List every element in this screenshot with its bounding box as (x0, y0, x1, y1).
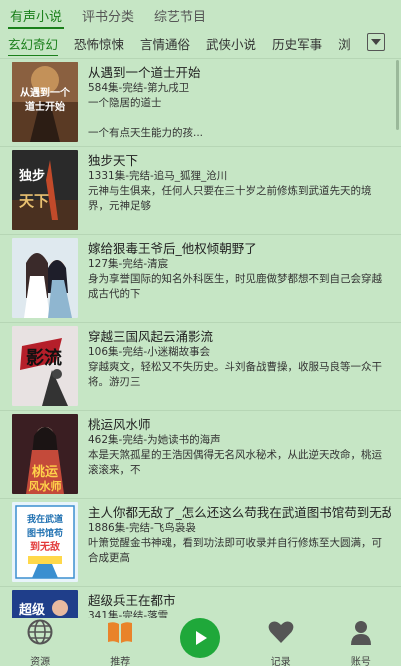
book-title: 主人你都无敌了_怎么还这么苟我在武道图书馆苟到无敌 (88, 505, 391, 520)
book-meta: 1331集-完结-追马_狐狸_沧川 (88, 170, 228, 182)
nav-label: 账号 (350, 657, 371, 666)
nav-resources[interactable]: 资源 (5, 614, 75, 666)
svg-text:影流: 影流 (26, 347, 62, 369)
book-description: 穿越爽文，轻松又不失历史。斗刘备战曹操，收服马良等一众干将。游刃三 (88, 361, 382, 388)
tab-variety[interactable]: 综艺节目 (152, 2, 208, 29)
list-scrollbar[interactable] (396, 60, 399, 130)
top-tab-bar: 有声小说 评书分类 综艺节目 (0, 0, 401, 30)
svg-text:道士开始: 道士开始 (25, 100, 65, 113)
user-icon (347, 618, 375, 650)
category-tab-history[interactable]: 历史军事 (272, 31, 322, 56)
book-description: 一个隐居的道士 一个有点天生能力的孩... (88, 97, 204, 139)
bottom-nav: 资源 推荐 记录 账号 (0, 614, 401, 666)
book-title: 桃运风水师 (88, 417, 151, 432)
book-meta: 584集-完结-第九戌卫 (88, 82, 190, 94)
nav-label: 推荐 (110, 657, 131, 666)
category-tab-wuxia[interactable]: 武侠小说 (206, 31, 256, 56)
book-list: 从遇到一个 道士开始 从遇到一个道士开始 584集-完结-第九戌卫 一个隐居的道… (0, 58, 401, 618)
book-meta: 1886集-完结-飞鸟袅袅 (88, 522, 196, 534)
book-title: 独步天下 (88, 153, 139, 168)
category-tab-fantasy[interactable]: 玄幻奇幻 (8, 31, 59, 56)
category-expand-button[interactable] (367, 33, 385, 51)
list-item[interactable]: 我在武道 图书馆苟 到无敌 主人你都无敌了_怎么还这么苟我在武道图书馆苟到无敌 … (0, 498, 401, 586)
svg-text:独步: 独步 (19, 168, 45, 184)
list-item[interactable]: 从遇到一个 道士开始 从遇到一个道士开始 584集-完结-第九戌卫 一个隐居的道… (0, 58, 401, 146)
nav-recommend[interactable]: 推荐 (85, 614, 155, 666)
svg-text:图书馆苟: 图书馆苟 (27, 527, 63, 539)
nav-label: 记录 (270, 657, 291, 666)
tab-storytelling[interactable]: 评书分类 (80, 2, 136, 29)
nav-play[interactable] (165, 614, 235, 661)
svg-text:我在武道: 我在武道 (27, 513, 63, 525)
svg-text:风水师: 风水师 (29, 479, 62, 493)
svg-text:天下: 天下 (19, 192, 49, 210)
book-cover: 影流 (12, 326, 78, 406)
nav-account[interactable]: 账号 (326, 614, 396, 666)
book-title: 超级兵王在都市 (88, 593, 176, 608)
category-tab-horror[interactable]: 恐怖惊悚 (74, 31, 124, 56)
book-cover (12, 238, 78, 318)
category-tab-romance[interactable]: 言情通俗 (140, 31, 190, 56)
nav-history[interactable]: 记录 (246, 614, 316, 666)
book-cover: 我在武道 图书馆苟 到无敌 (12, 502, 78, 582)
book-description: 叶箫觉醒金书神魂，看到功法即可收录并自行修炼至大圆满，可合成更高 (88, 537, 382, 564)
book-meta: 106集-完结-小迷糊故事会 (88, 346, 211, 358)
list-item[interactable]: 嫁给狠毒王爷后_他权倾朝野了 127集-完结-清宸 身为享誉国际的知名外科医生，… (0, 234, 401, 322)
book-icon (106, 618, 134, 650)
list-item[interactable]: 影流 穿越三国风起云涌影流 106集-完结-小迷糊故事会 穿越爽文，轻松又不失历… (0, 322, 401, 410)
book-title: 从遇到一个道士开始 (88, 65, 201, 80)
book-title: 嫁给狠毒王爷后_他权倾朝野了 (88, 241, 257, 256)
heart-icon (267, 618, 295, 650)
book-description: 身为享誉国际的知名外科医生，时见鹿做梦都想不到自己会穿越成古代的下 (88, 273, 382, 300)
book-description: 元神与生俱来，任何人只要在三十岁之前修炼到武道先天的境界，元神足够 (88, 185, 372, 212)
svg-text:从遇到一个: 从遇到一个 (20, 86, 71, 99)
svg-text:桃运: 桃运 (32, 464, 58, 480)
nav-label: 资源 (30, 657, 51, 666)
book-meta: 127集-完结-清宸 (88, 258, 169, 270)
list-item[interactable]: 桃运 风水师 桃运风水师 462集-完结-为她读书的海声 本是天煞孤星的王浩因偶… (0, 410, 401, 498)
book-cover: 独步 天下 (12, 150, 78, 230)
book-cover: 桃运 风水师 (12, 414, 78, 494)
category-tab-bar: 玄幻奇幻 恐怖惊悚 言情通俗 武侠小说 历史军事 浏 (0, 30, 401, 56)
book-title: 穿越三国风起云涌影流 (88, 329, 214, 344)
tab-audio-novels[interactable]: 有声小说 (8, 2, 65, 29)
book-description: 本是天煞孤星的王浩因偶得无名风水秘术，从此逆天改命，桃运滚滚来，不 (88, 449, 382, 476)
svg-text:到无敌: 到无敌 (30, 540, 60, 553)
category-tab-partial[interactable]: 浏 (338, 31, 351, 56)
list-item[interactable]: 独步 天下 独步天下 1331集-完结-追马_狐狸_沧川 元神与生俱来，任何人只… (0, 146, 401, 234)
book-cover: 从遇到一个 道士开始 (12, 62, 78, 142)
book-meta: 462集-完结-为她读书的海声 (88, 434, 221, 446)
globe-icon (26, 618, 54, 650)
play-icon (180, 618, 221, 658)
